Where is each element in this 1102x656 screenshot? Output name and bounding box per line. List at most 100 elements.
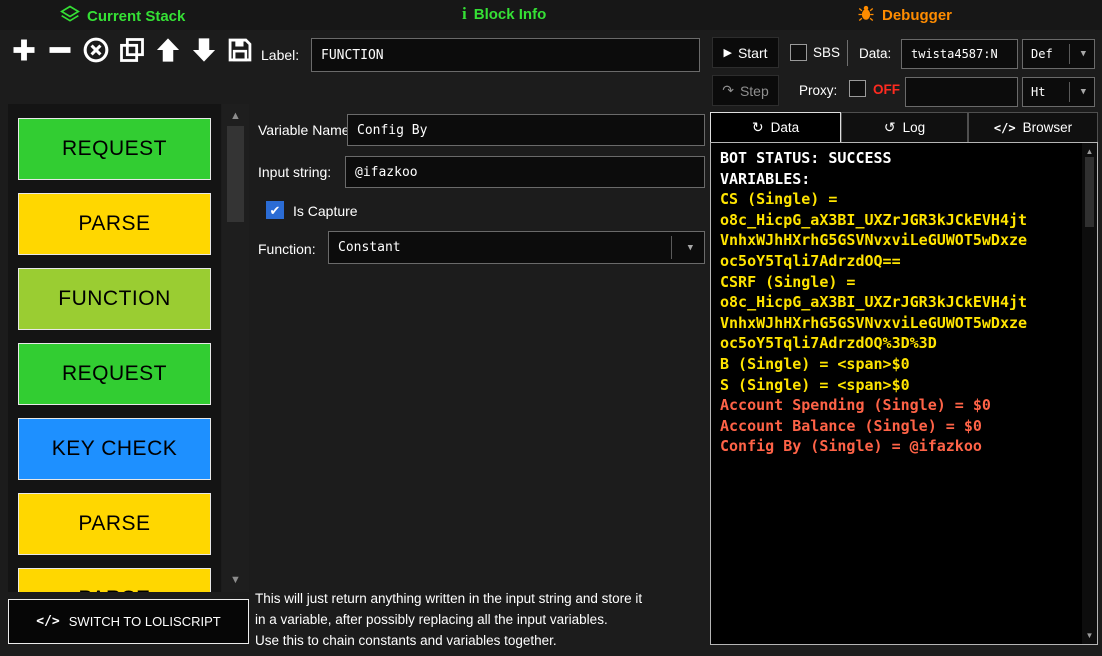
function-caption: Function: [258, 241, 316, 257]
stack-block-label: PARSE [78, 587, 150, 592]
circle-x-icon [82, 36, 110, 69]
chevron-down-icon: ▼ [688, 243, 693, 253]
scroll-down-icon[interactable]: ▼ [222, 574, 249, 586]
block-stack-list: REQUEST PARSE FUNCTION REQUEST KEY CHECK… [8, 104, 221, 592]
log-scrollbar[interactable]: ▲ ▼ [1082, 143, 1097, 644]
stack-block[interactable]: PARSE [18, 493, 211, 555]
step-button-label: Step [740, 83, 769, 99]
step-arrow-icon: ↷ [722, 82, 734, 99]
stack-scrollbar-thumb[interactable] [227, 126, 244, 222]
current-stack-title: Current Stack [60, 4, 185, 28]
stack-block-label: PARSE [78, 512, 150, 536]
label-caption: Label: [261, 47, 299, 63]
stack-block[interactable]: REQUEST [18, 118, 211, 180]
is-capture-label: Is Capture [293, 203, 358, 219]
dropdown-divider [1069, 44, 1070, 64]
block-description: This will just return anything written i… [255, 588, 707, 651]
proxy-input[interactable] [905, 77, 1018, 107]
stack-block-label: REQUEST [62, 137, 167, 161]
save-config-button[interactable] [224, 34, 256, 70]
clone-block-button[interactable] [116, 34, 148, 70]
add-block-button[interactable] [8, 34, 40, 70]
stack-toolbar [8, 34, 256, 70]
log-line: o8c_HicpG_aX3BI_UXZrJGR3kJCkEVH4jt [720, 210, 1075, 231]
move-down-button[interactable] [188, 34, 220, 70]
remove-block-button[interactable] [44, 34, 76, 70]
wordlist-type-value: Def [1031, 47, 1053, 61]
proxy-checkbox[interactable]: ✔ [849, 80, 866, 97]
stack-block[interactable]: FUNCTION [18, 268, 211, 330]
refresh-icon: ↻ [752, 119, 764, 136]
switch-to-loliscript-button[interactable]: </> SWITCH TO LOLISCRIPT [8, 599, 249, 644]
log-line: o8c_HicpG_aX3BI_UXZrJGR3kJCkEVH4jt [720, 292, 1075, 313]
debugger-label: Debugger [882, 7, 952, 24]
bug-icon [857, 4, 875, 26]
log-line: oc5oY5Tqli7AdrzdOQ== [720, 251, 1075, 272]
block-info-label: Block Info [474, 6, 547, 23]
chevron-down-icon: ▼ [1081, 49, 1086, 59]
stack-block[interactable]: KEY CHECK [18, 418, 211, 480]
log-line: B (Single) = <span>$0 [720, 354, 1075, 375]
tab-log-label: Log [903, 120, 926, 135]
check-icon: ✔ [270, 204, 281, 217]
proxy-type-dropdown[interactable]: Ht ▼ [1022, 77, 1095, 107]
header-bar: Current Stack i Block Info Debugger [0, 0, 1102, 30]
dropdown-divider [671, 236, 672, 259]
tab-browser[interactable]: </> Browser [968, 112, 1098, 143]
data-caption: Data: [859, 46, 891, 61]
dropdown-divider [1069, 82, 1070, 102]
input-string-caption: Input string: [258, 164, 331, 180]
proxy-type-value: Ht [1031, 85, 1045, 99]
log-line: VnhxWJhHXrhG5GSVNvxviLeGUWOT5wDxze [720, 313, 1075, 334]
stack-block[interactable]: PARSE [18, 568, 211, 592]
is-capture-checkbox[interactable]: ✔ [266, 201, 284, 219]
move-up-button[interactable] [152, 34, 184, 70]
scroll-down-icon[interactable]: ▼ [1082, 631, 1097, 640]
log-scrollbar-thumb[interactable] [1085, 157, 1094, 227]
description-line: Use this to chain constants and variable… [255, 630, 707, 651]
log-line: Config By (Single) = @ifazkoo [720, 436, 1075, 457]
description-line: in a variable, after possibly replacing … [255, 609, 707, 630]
info-icon: i [462, 4, 467, 24]
duplicate-icon [118, 36, 146, 69]
stack-block[interactable]: REQUEST [18, 343, 211, 405]
stack-block-label: KEY CHECK [52, 437, 178, 461]
current-stack-label: Current Stack [87, 8, 185, 25]
log-line: S (Single) = <span>$0 [720, 375, 1075, 396]
arrow-down-icon [190, 36, 218, 69]
tab-browser-label: Browser [1023, 120, 1073, 135]
stack-block-label: FUNCTION [58, 287, 171, 311]
sbs-checkbox[interactable]: ✔ [790, 44, 807, 61]
description-line: This will just return anything written i… [255, 588, 707, 609]
input-string-input[interactable] [345, 156, 705, 188]
tab-data[interactable]: ↻ Data [710, 112, 841, 143]
stack-scrollbar[interactable]: ▲ ▼ [222, 104, 249, 592]
code-icon: </> [994, 121, 1016, 135]
scroll-up-icon[interactable]: ▲ [222, 110, 249, 122]
plus-icon [10, 36, 38, 69]
start-button[interactable]: ▶ Start [712, 37, 779, 68]
chevron-down-icon: ▼ [1081, 87, 1086, 97]
clear-stack-button[interactable] [80, 34, 112, 70]
step-button[interactable]: ↷ Step [712, 75, 779, 106]
code-icon: </> [36, 614, 59, 629]
log-line: CSRF (Single) = [720, 272, 1075, 293]
log-line: CS (Single) = [720, 189, 1075, 210]
variable-name-input[interactable] [347, 114, 705, 146]
scroll-up-icon[interactable]: ▲ [1082, 147, 1097, 156]
wordlist-type-dropdown[interactable]: Def ▼ [1022, 39, 1095, 69]
function-dropdown[interactable]: Constant ▼ [328, 231, 705, 264]
switch-to-loliscript-label: SWITCH TO LOLISCRIPT [69, 614, 221, 629]
debugger-title: Debugger [857, 4, 952, 26]
variable-name-caption: Variable Name: [258, 122, 353, 138]
label-input[interactable] [311, 38, 700, 72]
log-line: VnhxWJhHXrhG5GSVNvxviLeGUWOT5wDxze [720, 230, 1075, 251]
start-button-label: Start [738, 45, 768, 61]
log-line: Account Spending (Single) = $0 [720, 395, 1075, 416]
tab-data-label: Data [771, 120, 800, 135]
tab-log[interactable]: ↺ Log [841, 112, 968, 143]
data-input[interactable] [901, 39, 1018, 69]
function-dropdown-value: Constant [338, 240, 401, 255]
stack-block[interactable]: PARSE [18, 193, 211, 255]
log-line: BOT STATUS: SUCCESS [720, 148, 1075, 169]
